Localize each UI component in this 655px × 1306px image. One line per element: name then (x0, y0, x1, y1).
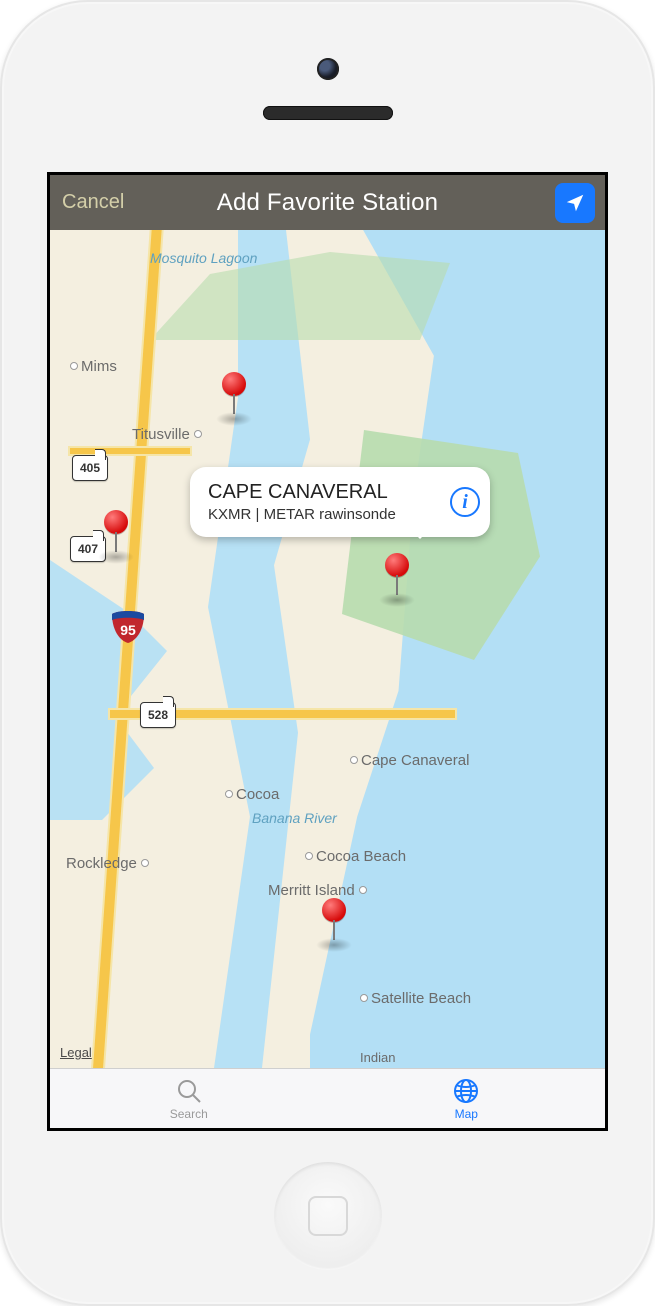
cancel-button[interactable]: Cancel (62, 191, 124, 214)
label-banana-river: Banana River (252, 810, 337, 826)
app-screen: Cancel Add Favorite Station 405 407 528 (47, 172, 608, 1131)
road-405 (70, 448, 190, 454)
shield-405: 405 (72, 455, 108, 481)
legal-link[interactable]: Legal (60, 1045, 92, 1060)
station-pin-407[interactable] (104, 510, 128, 534)
svg-text:95: 95 (120, 622, 136, 638)
callout-subtitle: KXMR | METAR rawinsonde (208, 506, 436, 523)
label-rockledge: Rockledge (66, 855, 152, 872)
station-pin-merritt[interactable] (322, 898, 346, 922)
tab-map-label: Map (455, 1107, 478, 1121)
info-icon[interactable]: i (450, 487, 480, 517)
station-pin-titusville[interactable] (222, 372, 246, 396)
search-icon (175, 1077, 203, 1105)
station-pin-cape-canaveral[interactable] (385, 553, 409, 577)
navbar: Cancel Add Favorite Station (50, 175, 605, 230)
phone-frame: Cancel Add Favorite Station 405 407 528 (0, 0, 655, 1306)
label-merritt-island: Merritt Island (268, 882, 370, 899)
phone-speaker (263, 106, 393, 120)
label-indian: Indian (360, 1050, 395, 1065)
tab-search-label: Search (170, 1107, 208, 1121)
navbar-title: Add Favorite Station (217, 189, 438, 217)
shield-i95: 95 (110, 608, 146, 644)
globe-icon (452, 1077, 480, 1105)
tab-search[interactable]: Search (50, 1069, 328, 1128)
label-cape-canaveral: Cape Canaveral (350, 752, 469, 769)
station-callout[interactable]: CAPE CANAVERAL KXMR | METAR rawinsonde i (190, 467, 490, 537)
locate-button[interactable] (555, 183, 595, 223)
callout-title: CAPE CANAVERAL (208, 481, 436, 504)
tab-bar: Search Map (50, 1068, 605, 1128)
location-arrow-icon (564, 192, 586, 214)
label-cocoa-beach: Cocoa Beach (305, 848, 406, 865)
phone-camera (317, 58, 339, 80)
label-mims: Mims (70, 358, 117, 375)
home-button[interactable] (274, 1162, 382, 1270)
map-view[interactable]: 405 407 528 95 Mosquito Lagoon Mims Titu… (50, 230, 605, 1068)
label-mosquito-lagoon: Mosquito Lagoon (150, 250, 257, 266)
label-satellite-beach: Satellite Beach (360, 990, 471, 1007)
map-lagoon (190, 230, 310, 1068)
label-cocoa: Cocoa (225, 786, 279, 803)
shield-528: 528 (140, 702, 176, 728)
label-titusville: Titusville (132, 426, 205, 443)
tab-map[interactable]: Map (328, 1069, 606, 1128)
